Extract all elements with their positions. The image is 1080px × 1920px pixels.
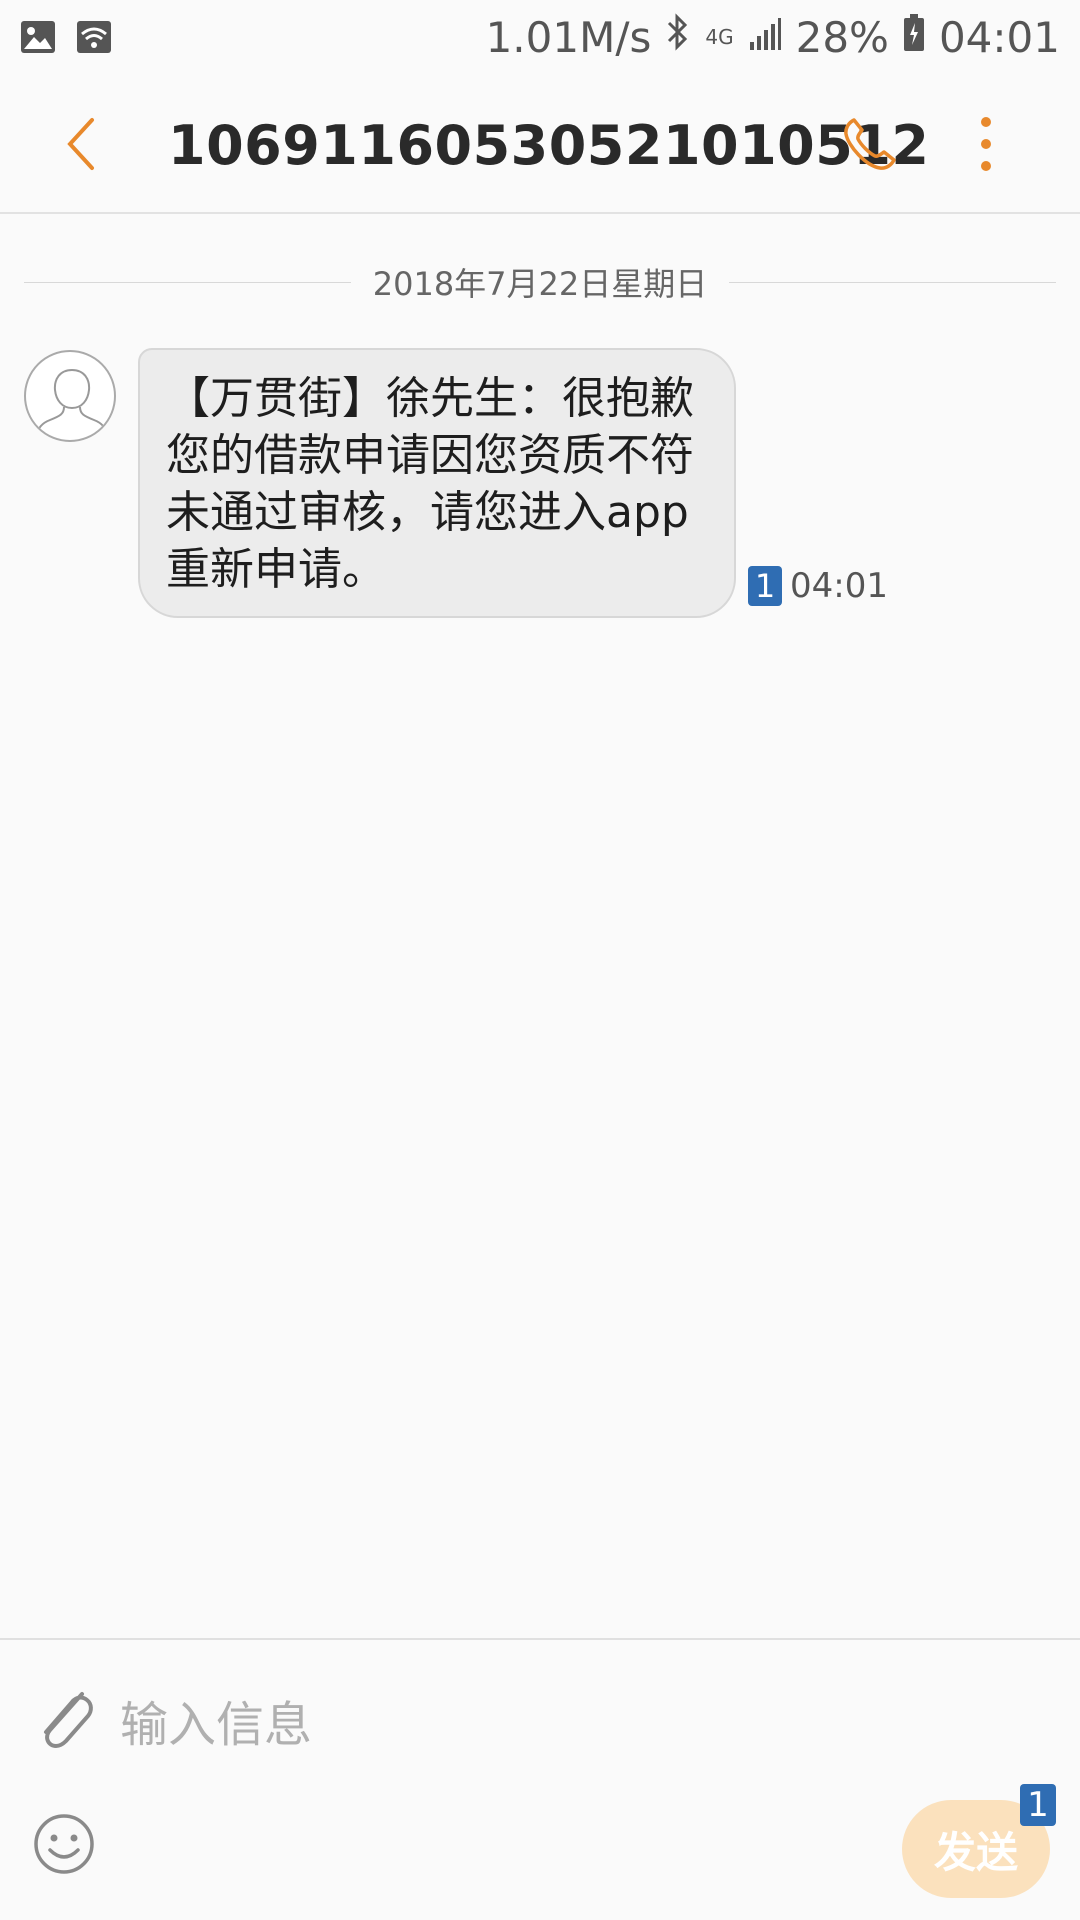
network-type: 4G <box>705 25 734 49</box>
more-options-button[interactable] <box>966 110 1006 178</box>
chevron-left-icon <box>67 118 94 170</box>
battery-icon <box>903 13 925 62</box>
status-bar: 1.01M/s 4G 28% 04:01 <box>0 0 1080 74</box>
person-icon <box>35 368 109 437</box>
bluetooth-icon <box>665 12 691 62</box>
smiley-icon <box>34 1814 94 1874</box>
back-button[interactable] <box>58 112 108 176</box>
call-button[interactable] <box>840 114 900 174</box>
message-meta: 1 04:01 <box>748 566 888 606</box>
paperclip-icon <box>44 1692 93 1749</box>
status-left <box>20 20 112 54</box>
divider <box>729 281 1056 283</box>
phone-icon <box>844 118 896 170</box>
attach-button[interactable] <box>30 1680 100 1760</box>
clock: 04:01 <box>938 12 1060 62</box>
emoji-button[interactable] <box>32 1812 96 1876</box>
conversation-header: 10691160530521010512 <box>0 74 1080 214</box>
message-time: 04:01 <box>790 566 888 606</box>
status-right: 1.01M/s 4G 28% 04:01 <box>486 12 1060 62</box>
message-input[interactable] <box>118 1684 882 1766</box>
wifi-icon <box>76 20 112 54</box>
composer: 发送 1 <box>0 1638 1080 1920</box>
date-separator: 2018年7月22日星期日 <box>24 262 1056 303</box>
divider <box>24 281 351 283</box>
battery-percent: 28% <box>795 12 889 62</box>
sim-badge: 1 <box>748 566 782 606</box>
network-speed: 1.01M/s <box>485 12 652 62</box>
image-icon <box>20 20 56 54</box>
send-sim-badge: 1 <box>1020 1784 1056 1826</box>
avatar[interactable] <box>24 350 116 442</box>
date-label: 2018年7月22日星期日 <box>372 265 708 303</box>
contact-title: 10691160530521010512 <box>168 114 930 177</box>
signal-icon <box>748 13 782 62</box>
message-text: 【万贯街】徐先生：很抱歉您的借款申请因您资质不符未通过审核，请您进入app重新申… <box>166 373 694 595</box>
more-vert-icon <box>981 117 991 171</box>
message-bubble[interactable]: 【万贯街】徐先生：很抱歉您的借款申请因您资质不符未通过审核，请您进入app重新申… <box>138 348 736 618</box>
